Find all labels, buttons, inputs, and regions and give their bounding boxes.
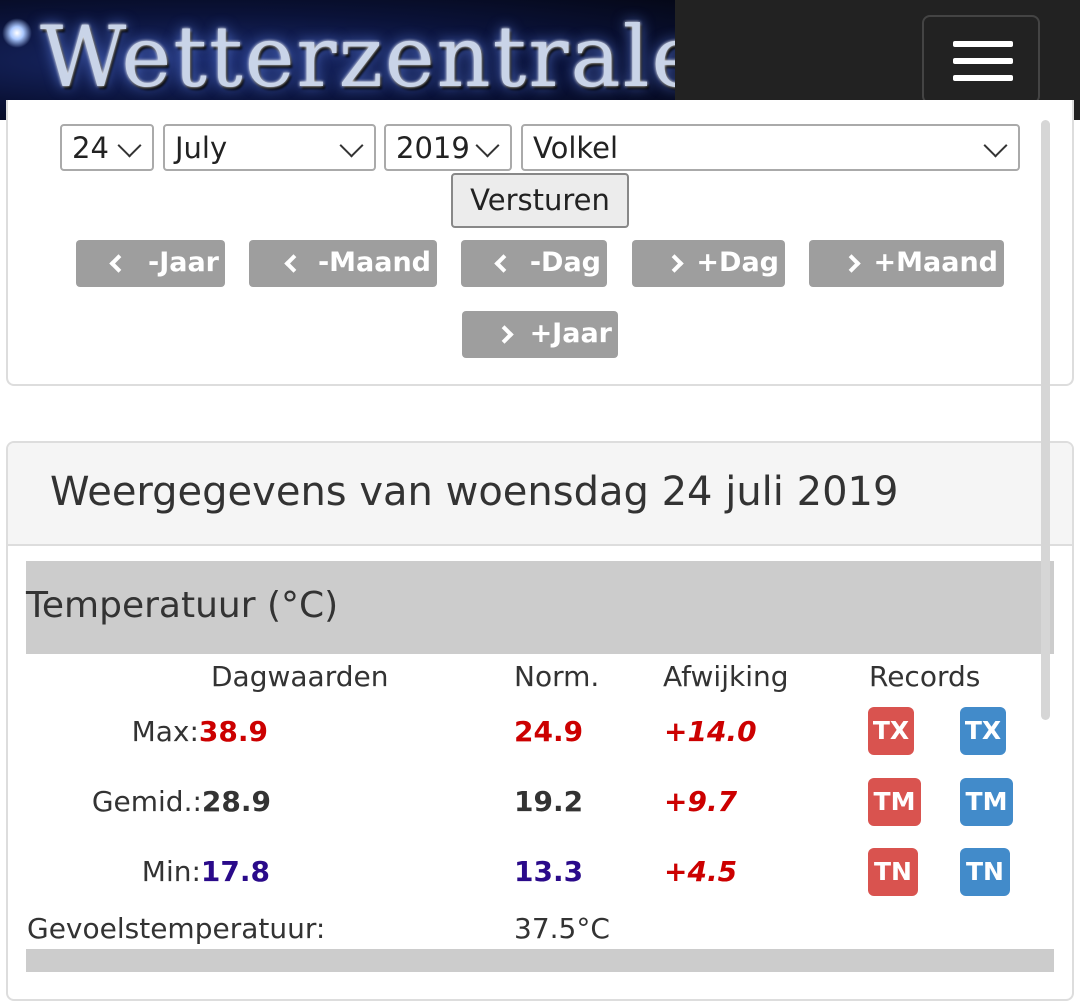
- month-select[interactable]: July: [163, 124, 376, 171]
- section-title: Temperatuur (°C): [26, 585, 339, 626]
- min-deviation: +4.5: [664, 855, 738, 888]
- next-section-header: [26, 949, 1054, 972]
- year-select[interactable]: 2019: [384, 124, 512, 171]
- mean-deviation: +9.7: [664, 785, 738, 818]
- day-select[interactable]: 24: [60, 124, 154, 171]
- chevron-down-icon: [339, 133, 364, 158]
- month-select-value: July: [175, 131, 228, 165]
- scrollbar[interactable]: [1041, 120, 1050, 720]
- column-header-daily: Dagwaarden: [211, 660, 389, 693]
- min-normal: 13.3: [514, 855, 584, 888]
- max-deviation: +14.0: [664, 715, 757, 748]
- next-day-button[interactable]: +Dag: [632, 240, 785, 287]
- chevron-right-icon: [842, 254, 861, 273]
- chevron-down-icon: [475, 133, 500, 158]
- row-label: Min:: [141, 855, 201, 888]
- prev-day-label: -Dag: [529, 247, 601, 278]
- column-header-deviation: Afwijking: [663, 660, 789, 693]
- record-badge-tn-blue[interactable]: TN: [960, 848, 1010, 896]
- station-select-value: Volkel: [533, 131, 619, 165]
- record-badge-tx-blue[interactable]: TX: [960, 707, 1006, 755]
- temperature-section-header: Temperatuur (°C): [26, 561, 1054, 654]
- prev-day-button[interactable]: -Dag: [461, 240, 607, 287]
- next-month-button[interactable]: +Maand: [809, 240, 1004, 287]
- record-badge-tm-blue[interactable]: TM: [960, 778, 1013, 826]
- day-select-value: 24: [72, 131, 109, 165]
- next-day-label: +Dag: [696, 247, 779, 278]
- next-year-button[interactable]: +Jaar: [462, 311, 618, 358]
- chevron-right-icon: [495, 325, 514, 344]
- mean-normal: 19.2: [514, 785, 584, 818]
- page-title: Weergegevens van woensdag 24 juli 2019: [50, 469, 899, 515]
- table-row-mean: Gemid.:28.9: [92, 785, 271, 818]
- hamburger-menu-button[interactable]: [922, 15, 1040, 104]
- chevron-down-icon: [983, 133, 1008, 158]
- next-year-label: +Jaar: [529, 318, 612, 349]
- submit-button[interactable]: Versturen: [451, 173, 629, 228]
- feels-like-label: Gevoelstemperatuur:: [27, 912, 326, 945]
- feels-like-value: 37.5°C: [514, 912, 610, 945]
- chevron-left-icon: [109, 254, 128, 273]
- record-badge-tx-red[interactable]: TX: [868, 707, 914, 755]
- chevron-down-icon: [117, 133, 142, 158]
- max-normal: 24.9: [514, 715, 584, 748]
- year-select-value: 2019: [396, 131, 470, 165]
- chevron-left-icon: [494, 254, 513, 273]
- prev-year-label: -Jaar: [147, 247, 219, 278]
- table-row-max: Max:38.9: [132, 715, 268, 748]
- table-row-min: Min:17.8: [142, 855, 270, 888]
- max-value: 38.9: [198, 715, 268, 748]
- mean-value: 28.9: [201, 785, 271, 818]
- record-badge-tm-red[interactable]: TM: [868, 778, 921, 826]
- row-label: Gemid.:: [91, 785, 202, 818]
- prev-year-button[interactable]: -Jaar: [76, 240, 225, 287]
- record-badge-tn-red[interactable]: TN: [868, 848, 918, 896]
- panel-heading: Weergegevens van woensdag 24 juli 2019: [8, 443, 1072, 546]
- row-label: Max:: [131, 715, 199, 748]
- column-header-records: Records: [869, 660, 981, 693]
- chevron-right-icon: [665, 254, 684, 273]
- station-select[interactable]: Volkel: [521, 124, 1020, 171]
- star-glow-icon: [2, 18, 32, 48]
- prev-month-label: -Maand: [317, 247, 431, 278]
- next-month-label: +Maand: [873, 247, 998, 278]
- min-value: 17.8: [200, 855, 270, 888]
- prev-month-button[interactable]: -Maand: [249, 240, 437, 287]
- chevron-left-icon: [284, 254, 303, 273]
- logo-text: Wetterzentrale: [40, 8, 675, 106]
- column-header-normal: Norm.: [514, 660, 600, 693]
